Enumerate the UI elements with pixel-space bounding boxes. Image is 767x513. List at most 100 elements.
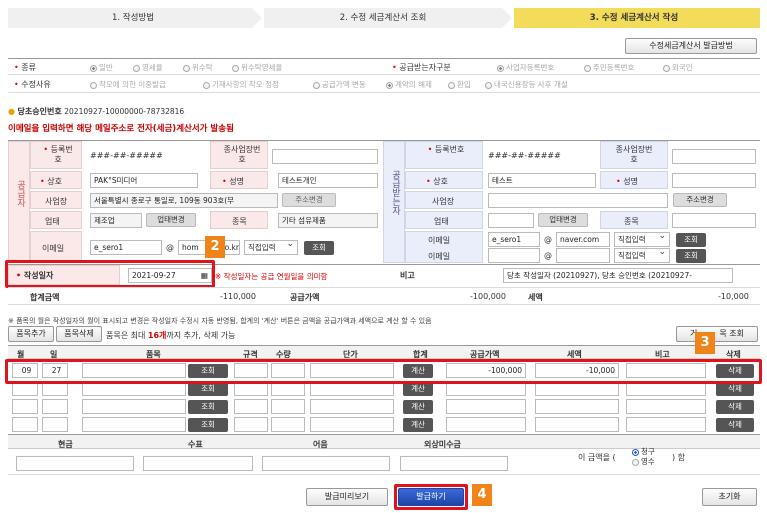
reason-label: • 수정사유 — [14, 80, 51, 89]
reset-button[interactable]: 초기화 — [702, 488, 757, 506]
supplier-rep-input[interactable]: 테스트개인 — [278, 173, 378, 188]
supplier-email-select[interactable]: 직접입력 — [244, 238, 298, 255]
type-option-general[interactable]: 일반 — [90, 62, 113, 73]
date-hint: ※ 작성일자는 공급 연월일을 의미함 — [215, 272, 328, 281]
reason-option-cancel[interactable]: 계약의 해제 — [386, 79, 432, 90]
row-price-input[interactable] — [310, 399, 394, 414]
receiver-reg-value: ###-##-##### — [488, 151, 561, 160]
items-notice: ※ 품목의 월은 작성일자의 월이 표시되고 변경은 작성일자 수정시 자동 반… — [8, 317, 432, 325]
reason-option-duplicate[interactable]: 착오에 의한 이중발급 — [90, 79, 166, 90]
supplier-sub-input[interactable] — [272, 149, 378, 164]
receiver-email2-id[interactable] — [488, 248, 540, 263]
row-spec-input[interactable] — [234, 417, 268, 432]
row-delete-button[interactable]: 삭제 — [716, 400, 754, 414]
receipt-radio[interactable]: 영수 — [632, 456, 655, 467]
reason-option-return[interactable]: 환입 — [448, 79, 471, 90]
row-day[interactable] — [42, 399, 68, 414]
row-item-input[interactable] — [82, 399, 186, 414]
receiver-email2-select[interactable]: 직접입력 — [614, 246, 670, 263]
row-item-search-button[interactable]: 조회 — [188, 382, 228, 396]
supplier-email-button[interactable]: 조회 — [304, 241, 334, 255]
pay-credit: 외상미수금 — [424, 440, 461, 449]
row-calc-button[interactable]: 계산 — [403, 418, 433, 432]
reason-option-price-change[interactable]: 공급가액 변동 — [313, 79, 366, 90]
receiver-biz-button[interactable]: 업태변경 — [538, 213, 588, 227]
receiver-email2-at: @ — [544, 251, 552, 260]
type-option-consign-zero[interactable]: 위수탁영세율 — [232, 62, 282, 73]
row-tax-input[interactable] — [535, 399, 619, 414]
add-item-button[interactable]: 품목추가 — [8, 326, 54, 342]
guide-button[interactable]: 수정세금계산서 발급방법 — [625, 38, 757, 54]
receiver-name-input[interactable]: 테스트 — [488, 173, 596, 188]
step-3-active: 3. 수정 세금계산서 작성 — [508, 8, 760, 28]
type-option-zero[interactable]: 영세율 — [133, 62, 163, 73]
row-spec-input[interactable] — [234, 399, 268, 414]
receiver-email2-domain[interactable] — [556, 248, 610, 263]
supplier-addr-input[interactable]: 서울특별시 종로구 통일로, 109동 903호(무 — [90, 193, 278, 208]
row-price-input[interactable] — [310, 417, 394, 432]
tax-total-value: -10,000 — [718, 292, 749, 301]
type-option-consign[interactable]: 위수탁 — [183, 62, 213, 73]
row-month[interactable] — [12, 417, 38, 432]
row-month[interactable] — [12, 399, 38, 414]
row-item-input[interactable] — [82, 417, 186, 432]
supplier-reg-label: • 등록번호 — [43, 145, 73, 164]
pay-note-input[interactable] — [262, 456, 390, 471]
receiver-sub-label: 종사업장번호 — [615, 145, 653, 164]
item-lookup-button[interactable]: 거목 조회 — [676, 326, 758, 342]
supplier-item-input[interactable]: 기타 섬유제품 — [278, 213, 378, 228]
receiver-email1-at: @ — [544, 235, 552, 244]
receiver-biz-label: 업태 — [434, 217, 449, 226]
receiver-option-bizno[interactable]: 사업자등록번호 — [497, 62, 554, 73]
receiver-item-input[interactable] — [672, 213, 756, 228]
pay-cash-input[interactable] — [16, 456, 134, 471]
row-qty-input[interactable] — [271, 399, 305, 414]
row-calc-button[interactable]: 계산 — [403, 400, 433, 414]
row-note-input[interactable] — [626, 417, 706, 432]
receiver-email2-button[interactable]: 조회 — [676, 249, 706, 263]
preview-button[interactable]: 발급미리보기 — [306, 488, 388, 506]
supply-total-value: -100,000 — [470, 292, 506, 301]
receiver-sub-input[interactable] — [672, 149, 756, 164]
receiver-email1-select[interactable]: 직접입력 — [614, 230, 670, 247]
supplier-addr-button[interactable]: 주소변경 — [282, 193, 336, 207]
receiver-email1-id[interactable]: e_sero1 — [488, 232, 540, 247]
receiver-type-label: • 공급받는자구분 — [392, 63, 451, 72]
row-delete-button[interactable]: 삭제 — [716, 382, 754, 396]
receiver-addr-button[interactable]: 주소변경 — [673, 193, 727, 207]
note-input[interactable]: 당초 작성일자 (20210927), 당초 승인번호 (20210927- — [503, 268, 733, 283]
row-qty-input[interactable] — [271, 417, 305, 432]
row-note-input[interactable] — [626, 399, 706, 414]
row-delete-button[interactable]: 삭제 — [716, 418, 754, 432]
supplier-biz-input[interactable]: 제조업 — [90, 213, 142, 228]
reason-option-lc[interactable]: 내국신용장등 사후 개설 — [485, 79, 568, 90]
row-item-search-button[interactable]: 조회 — [188, 418, 228, 432]
row-supply-input[interactable] — [446, 399, 526, 414]
row-day[interactable] — [42, 417, 68, 432]
supplier-name-input[interactable]: PAK°S미디어 — [90, 173, 198, 188]
pay-check-input[interactable] — [143, 456, 253, 471]
step-1: 1. 작성방법 — [8, 8, 258, 28]
supplier-name-label: • 상호 — [40, 177, 62, 186]
step-badge-3: 3 — [695, 332, 715, 354]
receiver-option-rrn[interactable]: 주민등록번호 — [584, 62, 634, 73]
tax-total-label: 세액 — [528, 293, 543, 302]
delete-item-button[interactable]: 품목삭제 — [56, 326, 102, 342]
pay-credit-input[interactable] — [400, 456, 508, 471]
receiver-side-label: 공급받는자 — [390, 170, 400, 215]
receiver-rep-input[interactable] — [672, 173, 756, 188]
supplier-biz-button[interactable]: 업태변경 — [146, 213, 196, 227]
receiver-email1-button[interactable]: 조회 — [676, 233, 706, 247]
receiver-addr-input[interactable] — [488, 193, 668, 208]
receiver-email-label: 이메일 — [428, 236, 451, 245]
reason-option-correction[interactable]: 기재사항의 착오·정정 — [203, 79, 279, 90]
row-item-search-button[interactable]: 조회 — [188, 400, 228, 414]
row-tax-input[interactable] — [535, 417, 619, 432]
email-notice: 이메일을 입력하면 해당 메일주소로 전자(세금)계산서가 발송됨 — [8, 124, 234, 134]
row-calc-button[interactable]: 계산 — [403, 382, 433, 396]
receiver-option-foreign[interactable]: 외국인 — [663, 62, 693, 73]
receiver-email1-domain[interactable]: naver.com — [556, 232, 610, 247]
supplier-email-id[interactable]: e_sero1 — [90, 240, 162, 255]
row-supply-input[interactable] — [446, 417, 526, 432]
receiver-biz-input[interactable] — [488, 213, 534, 228]
